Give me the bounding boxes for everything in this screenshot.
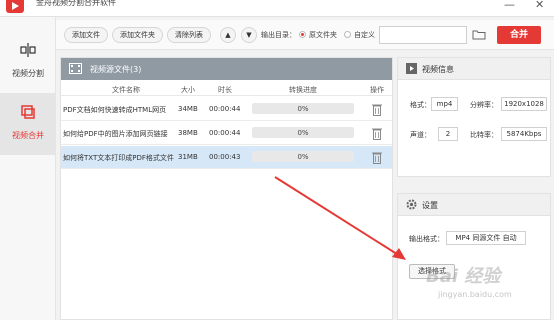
sidebar: 视频分割 视频合并 bbox=[0, 17, 56, 320]
file-size: 31MB bbox=[178, 153, 198, 161]
close-button[interactable]: ✕ bbox=[535, 0, 544, 10]
play-icon bbox=[406, 63, 417, 74]
format-value: mp4 bbox=[431, 97, 458, 111]
file-duration: 00:00:44 bbox=[209, 105, 241, 113]
progress-bar: 0% bbox=[252, 127, 354, 138]
file-panel-header: 视频源文件(3) bbox=[61, 58, 392, 80]
column-name: 文件名称 bbox=[112, 86, 140, 94]
file-size: 38MB bbox=[178, 129, 198, 137]
video-info-header: 视频信息 bbox=[398, 58, 550, 80]
toolbar: 添加文件 添加文件夹 清除列表 ▲ ▼ 输出目录： 原文件夹 自定义 合并 bbox=[56, 20, 554, 50]
format-label: 格式： bbox=[410, 101, 431, 109]
progress-text: 0% bbox=[297, 105, 309, 113]
custom-dir-label: 自定义 bbox=[354, 31, 375, 39]
output-dir-label: 输出目录： bbox=[261, 31, 296, 39]
sidebar-item-label: 视频合并 bbox=[12, 131, 44, 140]
folder-icon[interactable] bbox=[472, 29, 486, 40]
minimize-button[interactable]: — bbox=[504, 0, 515, 10]
progress-text: 0% bbox=[297, 129, 309, 137]
clear-list-button[interactable]: 清除列表 bbox=[167, 27, 211, 43]
output-path-input[interactable] bbox=[379, 26, 467, 44]
sidebar-item-label: 视频分割 bbox=[12, 69, 44, 78]
split-icon bbox=[20, 43, 36, 57]
trash-icon[interactable] bbox=[372, 127, 382, 140]
progress-text: 0% bbox=[297, 153, 309, 161]
video-info-panel: 视频信息 格式： mp4 分辨率： 1920x1028 声道： 2 比特率： 5… bbox=[397, 57, 551, 177]
file-panel: 视频源文件(3) 文件名称 大小 时长 转换进度 操作 PDF文档如何快速转成H… bbox=[60, 57, 393, 320]
channel-value: 2 bbox=[438, 127, 458, 141]
table-row[interactable]: 如何将TXT文本打印成PDF格式文件 31MB 00:00:43 0% bbox=[61, 146, 392, 169]
resolution-value: 1920x1028 bbox=[501, 97, 547, 111]
bitrate-value: 5874Kbps bbox=[501, 127, 547, 141]
custom-dir-radio[interactable] bbox=[344, 31, 351, 38]
output-format-label: 输出格式： bbox=[409, 235, 444, 243]
progress-bar: 0% bbox=[252, 103, 354, 114]
file-name: 如何将TXT文本打印成PDF格式文件 bbox=[63, 154, 174, 162]
column-progress: 转换进度 bbox=[289, 86, 317, 94]
file-name: PDF文档如何快速转成HTML网页 bbox=[63, 106, 167, 114]
sidebar-item-split[interactable]: 视频分割 bbox=[0, 31, 56, 93]
column-action: 操作 bbox=[370, 86, 384, 94]
add-folder-button[interactable]: 添加文件夹 bbox=[112, 27, 163, 43]
table-row[interactable]: PDF文档如何快速转成HTML网页 34MB 00:00:44 0% bbox=[61, 98, 392, 121]
trash-icon[interactable] bbox=[372, 151, 382, 164]
app-logo-icon bbox=[6, 0, 24, 13]
channel-label: 声道： bbox=[410, 131, 431, 139]
merge-button[interactable]: 合并 bbox=[497, 26, 541, 44]
trash-icon[interactable] bbox=[372, 103, 382, 116]
file-name: 如何给PDF中的图片添加网页链接 bbox=[63, 130, 168, 138]
settings-header: 设置 bbox=[398, 194, 550, 216]
file-size: 34MB bbox=[178, 105, 198, 113]
title-bar: 金舟视频分割合并软件 — ✕ bbox=[0, 0, 554, 17]
table-header: 文件名称 大小 时长 转换进度 操作 bbox=[61, 82, 392, 96]
source-folder-radio[interactable] bbox=[299, 31, 306, 38]
source-folder-label: 原文件夹 bbox=[309, 31, 337, 39]
table-row[interactable]: 如何给PDF中的图片添加网页链接 38MB 00:00:44 0% bbox=[61, 122, 392, 145]
video-info-title: 视频信息 bbox=[422, 65, 454, 74]
settings-panel: 设置 输出格式： MP4 同源文件 自动 选择格式 bbox=[397, 193, 551, 320]
column-duration: 时长 bbox=[218, 86, 232, 94]
settings-title: 设置 bbox=[422, 201, 438, 210]
gear-icon bbox=[406, 199, 417, 210]
film-icon bbox=[69, 63, 82, 74]
file-panel-title: 视频源文件(3) bbox=[90, 65, 142, 74]
move-down-button[interactable]: ▼ bbox=[241, 27, 257, 43]
merge-icon bbox=[21, 105, 35, 119]
app-title: 金舟视频分割合并软件 bbox=[36, 0, 116, 7]
resolution-label: 分辨率： bbox=[470, 101, 498, 109]
watermark: Bai 经验 bbox=[426, 266, 501, 287]
add-file-button[interactable]: 添加文件 bbox=[64, 27, 108, 43]
watermark-url: jingyan.baidu.com bbox=[438, 290, 512, 299]
file-duration: 00:00:44 bbox=[209, 129, 241, 137]
move-up-button[interactable]: ▲ bbox=[220, 27, 236, 43]
progress-bar: 0% bbox=[252, 151, 354, 162]
sidebar-item-merge[interactable]: 视频合并 bbox=[0, 93, 56, 155]
column-size: 大小 bbox=[181, 86, 195, 94]
file-duration: 00:00:43 bbox=[209, 153, 241, 161]
bitrate-label: 比特率： bbox=[470, 131, 498, 139]
output-format-value: MP4 同源文件 自动 bbox=[446, 231, 526, 245]
